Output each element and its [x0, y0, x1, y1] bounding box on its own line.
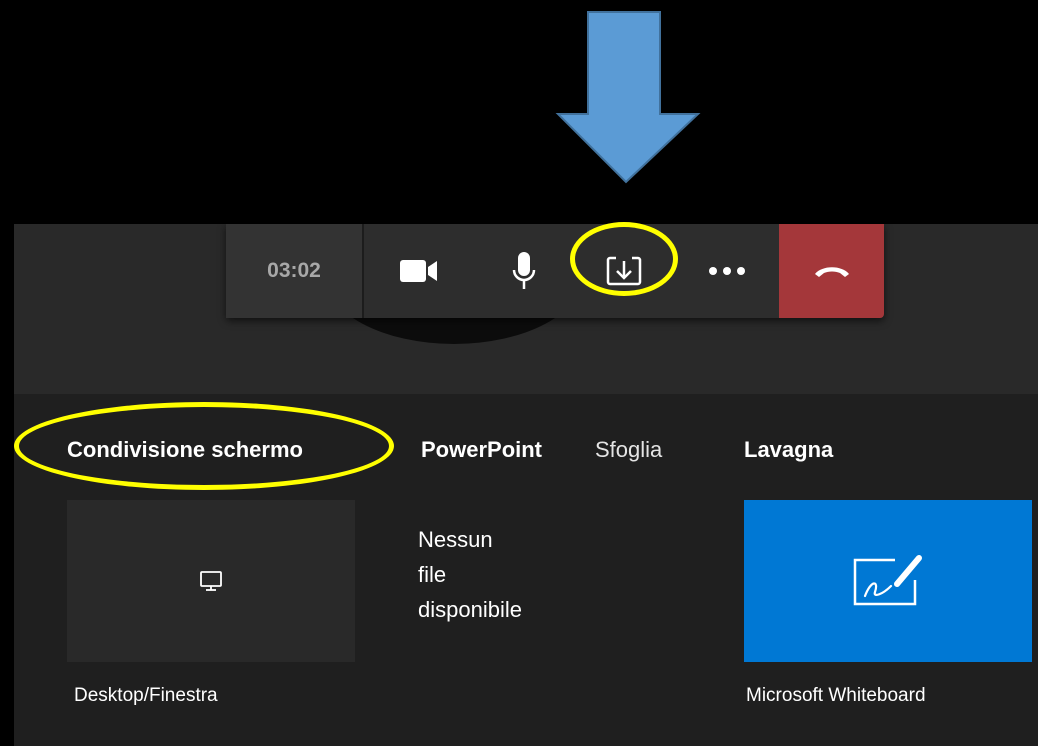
call-toolbar: 03:02 — [226, 224, 884, 318]
empty-line: Nessun — [418, 527, 493, 552]
whiteboard-pen-icon — [853, 555, 922, 606]
tab-powerpoint[interactable]: PowerPoint — [421, 437, 542, 463]
microphone-button[interactable] — [474, 224, 574, 318]
hangup-button[interactable] — [779, 224, 884, 318]
call-timer: 03:02 — [226, 224, 362, 318]
more-ellipsis-icon — [708, 267, 745, 275]
more-actions-button[interactable] — [674, 224, 779, 318]
desktop-window-tile[interactable] — [67, 500, 355, 662]
powerpoint-empty-message: Nessun file disponibile — [418, 522, 568, 627]
empty-line: disponibile — [418, 597, 522, 622]
empty-line: file — [418, 562, 447, 587]
microphone-icon — [512, 252, 536, 289]
desktop-window-caption: Desktop/Finestra — [74, 685, 218, 706]
camera-button[interactable] — [364, 224, 474, 318]
tab-whiteboard[interactable]: Lavagna — [744, 437, 833, 463]
phone-hangup-icon — [814, 267, 849, 277]
microsoft-whiteboard-caption: Microsoft Whiteboard — [746, 685, 926, 706]
video-camera-icon — [400, 260, 437, 282]
monitor-icon — [200, 571, 222, 591]
tab-screen-share[interactable]: Condivisione schermo — [67, 437, 303, 463]
share-screen-button[interactable] — [574, 224, 674, 318]
microsoft-whiteboard-tile[interactable] — [744, 500, 1032, 662]
annotation-down-arrow-icon — [555, 11, 701, 184]
tab-browse[interactable]: Sfoglia — [595, 437, 662, 463]
share-tray-icon — [606, 256, 642, 286]
